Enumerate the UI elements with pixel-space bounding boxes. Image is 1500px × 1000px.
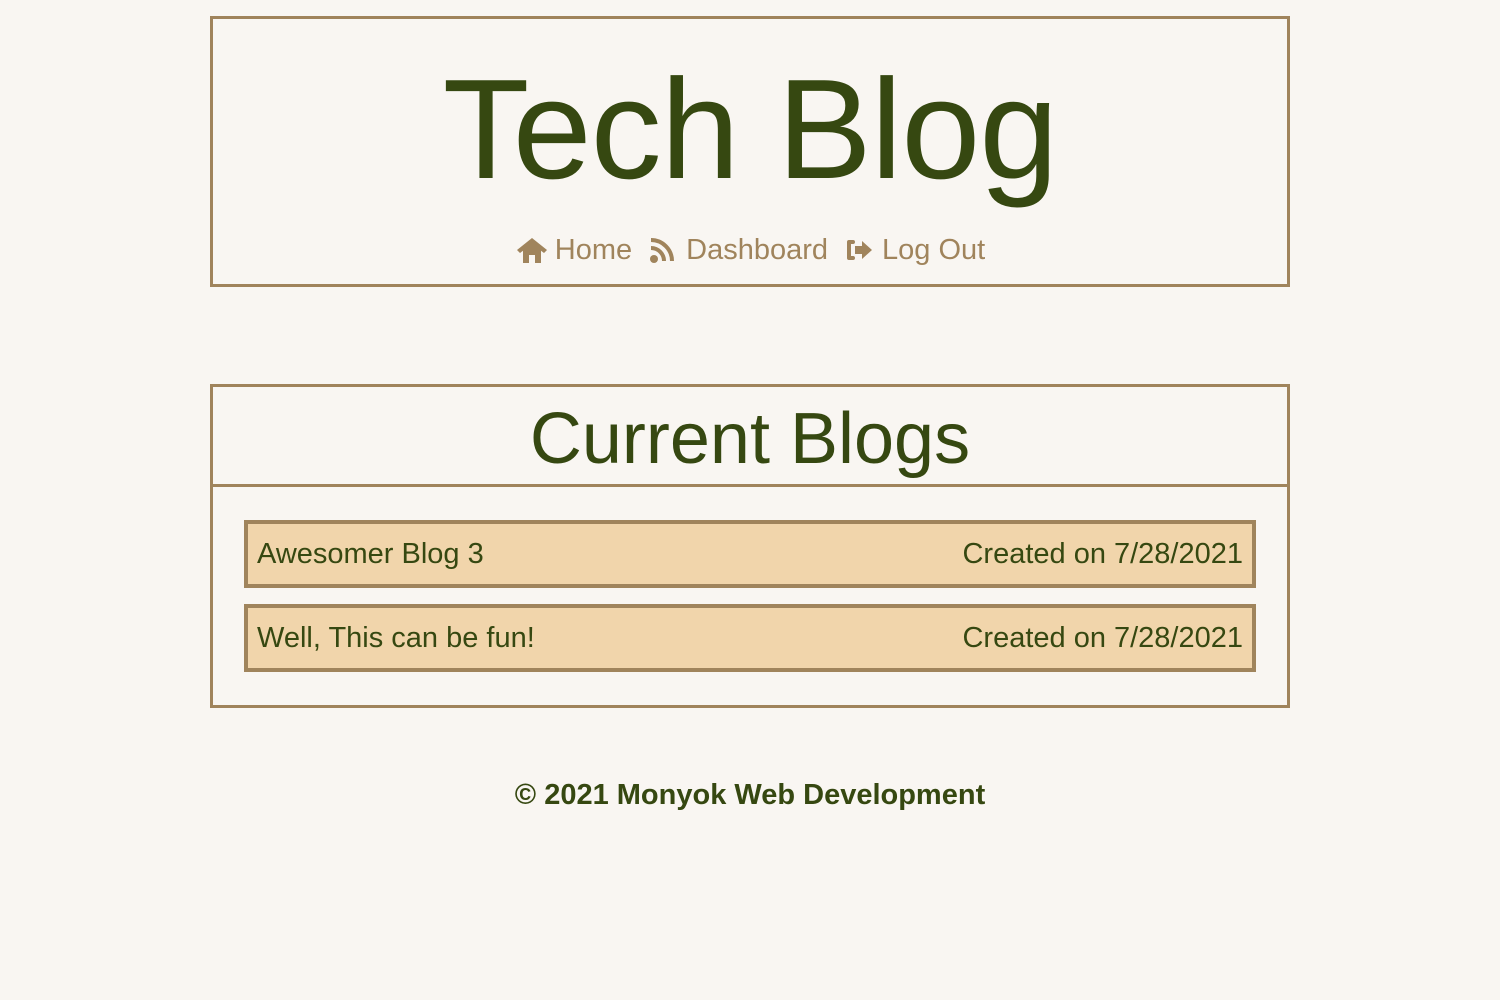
nav-link-logout[interactable]: Log Out <box>842 232 985 268</box>
site-header: Tech Blog Home Dashboard Log Out <box>210 16 1290 287</box>
created-date: 7/28/2021 <box>1113 538 1243 570</box>
current-blogs-heading: Current Blogs <box>213 387 1287 487</box>
blog-list: Awesomer Blog 3 Created on 7/28/2021 Well… <box>244 520 1256 688</box>
nav-link-dashboard[interactable]: Dashboard <box>646 232 828 268</box>
nav-home-label: Home <box>554 234 633 266</box>
home-icon <box>515 235 549 265</box>
blog-post-created: Created on 7/28/2021 <box>962 536 1243 572</box>
logout-icon <box>842 235 876 265</box>
site-footer: © 2021 Monyok Web Development <box>0 776 1500 816</box>
blog-post-card[interactable]: Awesomer Blog 3 Created on 7/28/2021 <box>244 520 1256 588</box>
blog-post-created: Created on 7/28/2021 <box>962 620 1243 656</box>
created-date: 7/28/2021 <box>1113 622 1243 654</box>
current-blogs-panel: Current Blogs Awesomer Blog 3 Created on… <box>210 384 1290 708</box>
main-navigation: Home Dashboard Log Out <box>213 232 1287 268</box>
blog-post-title: Awesomer Blog 3 <box>257 538 484 570</box>
blog-post-card[interactable]: Well, This can be fun! Created on 7/28/20… <box>244 604 1256 672</box>
rss-icon <box>646 235 680 265</box>
site-title: Tech Blog <box>442 50 1059 209</box>
copyright-text: © 2021 Monyok Web Development <box>514 779 986 811</box>
created-label: Created on <box>962 622 1106 654</box>
blog-post-title: Well, This can be fun! <box>257 622 535 654</box>
nav-dashboard-label: Dashboard <box>686 234 829 266</box>
created-label: Created on <box>962 538 1106 570</box>
nav-link-home[interactable]: Home <box>515 232 632 268</box>
current-blogs-title: Current Blogs <box>529 399 971 479</box>
nav-logout-label: Log Out <box>882 234 986 266</box>
